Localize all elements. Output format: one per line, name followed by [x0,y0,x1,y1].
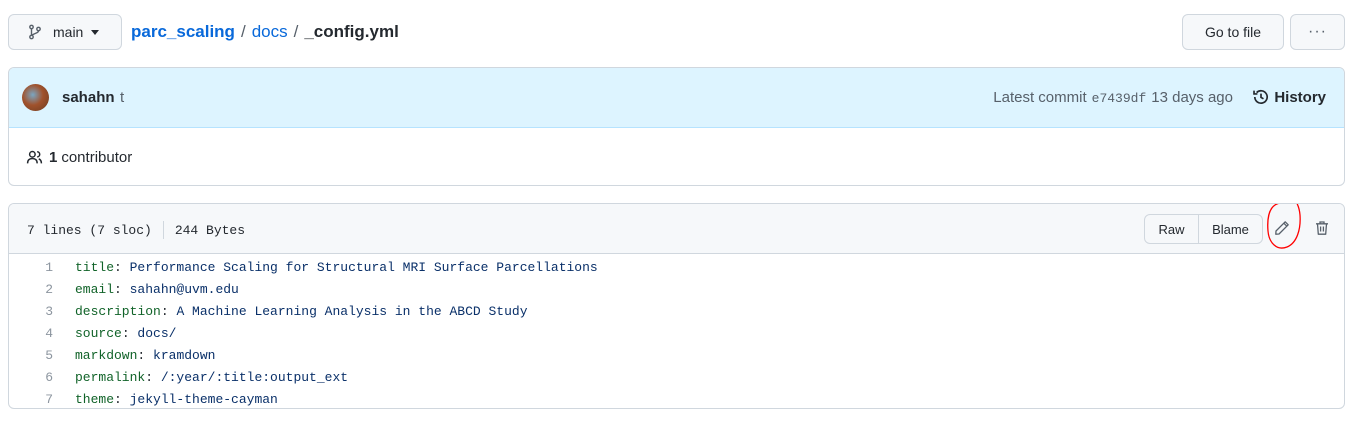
yaml-key: permalink [75,369,146,385]
commit-sha-link[interactable]: e7439df [1092,91,1147,106]
raw-button[interactable]: Raw [1145,215,1199,243]
yaml-colon: : [114,259,122,275]
line-content: description: A Machine Learning Analysis… [75,304,528,319]
latest-commit-label: Latest commit [993,89,1087,106]
line-number[interactable]: 4 [9,326,53,341]
line-number[interactable]: 3 [9,304,53,319]
yaml-colon: : [121,325,130,341]
yaml-colon: : [114,281,122,297]
yaml-colon: : [145,369,154,385]
line-number[interactable]: 7 [9,392,53,407]
contributor-count: 1 [49,148,58,166]
trash-icon [1316,221,1328,235]
avatar[interactable] [22,84,49,111]
yaml-colon: : [114,391,122,407]
yaml-key: source [75,325,122,341]
delete-file-button[interactable] [1311,217,1333,239]
contributors-row[interactable]: 1 contributor [9,128,1344,185]
chevron-down-icon [91,29,100,35]
latest-commit-bar: sahahn t Latest commit e7439df 13 days a… [9,68,1344,128]
file-size: 244 Bytes [174,222,246,238]
divider [162,221,164,239]
breadcrumb-dir-link[interactable]: docs [252,22,288,42]
breadcrumb-separator: / [293,22,299,41]
file-header: 7 lines (7 sloc) 244 Bytes Raw Blame [9,204,1344,254]
history-label: History [1274,88,1326,106]
commit-message-link[interactable]: t [120,89,124,106]
yaml-value: jekyll-theme-cayman [121,391,278,407]
history-link[interactable]: History [1252,88,1326,106]
latest-commit-meta: Latest commit e7439df 13 days ago [993,89,1233,106]
line-content: permalink: /:year/:title:output_ext [75,370,348,385]
more-options-button[interactable]: ··· [1290,14,1345,50]
edit-file-button[interactable] [1271,217,1293,239]
go-to-file-button[interactable]: Go to file [1182,14,1284,50]
line-number[interactable]: 5 [9,348,53,363]
line-content: email: sahahn@uvm.edu [75,282,239,297]
branch-select-button[interactable]: main [8,14,122,50]
kebab-icon: ··· [1308,23,1327,40]
code-line: 7 theme: jekyll-theme-cayman [9,388,1344,408]
yaml-key: description [75,303,161,319]
contributor-label: contributor [61,148,133,166]
branch-name: main [53,24,84,40]
line-number[interactable]: 2 [9,282,53,297]
code-line: 4 source: docs/ [9,322,1344,344]
yaml-value: kramdown [145,347,216,363]
people-icon [26,150,43,163]
line-content: markdown: kramdown [75,348,215,363]
yaml-value: Performance Scaling for Structural MRI S… [121,259,598,275]
blame-button[interactable]: Blame [1199,215,1262,243]
commit-info-box: sahahn t Latest commit e7439df 13 days a… [8,67,1345,186]
yaml-value: /:year/:title:output_ext [153,369,349,385]
file-view-button-group: Raw Blame [1144,214,1263,244]
line-number[interactable]: 6 [9,370,53,385]
code-line: 6 permalink: /:year/:title:output_ext [9,366,1344,388]
file-info: 7 lines (7 sloc) 244 Bytes [27,221,245,239]
git-branch-icon [29,24,41,40]
yaml-value: sahahn@uvm.edu [121,281,239,297]
yaml-key: email [75,281,115,297]
yaml-key: markdown [75,347,138,363]
line-content: source: docs/ [75,326,176,341]
commit-age: 13 days ago [1151,89,1233,106]
line-number[interactable]: 1 [9,260,53,275]
pencil-icon [1275,221,1289,235]
file-navigation: main parc_scaling / docs / _config.yml G… [8,14,1345,50]
breadcrumb: parc_scaling / docs / _config.yml [131,14,399,50]
line-content: title: Performance Scaling for Structura… [75,260,598,275]
line-count: 7 lines (7 sloc) [27,222,152,238]
code-line: 1 title: Performance Scaling for Structu… [9,256,1344,278]
breadcrumb-repo-link[interactable]: parc_scaling [131,22,235,42]
yaml-colon: : [160,303,169,319]
code-listing: 1 title: Performance Scaling for Structu… [9,254,1344,408]
yaml-key: title [75,259,115,275]
code-line: 5 markdown: kramdown [9,344,1344,366]
history-icon [1253,90,1269,104]
yaml-value: A Machine Learning Analysis in the ABCD … [168,303,528,319]
line-content: theme: jekyll-theme-cayman [75,392,278,407]
breadcrumb-file-name: _config.yml [304,22,399,41]
yaml-value: docs/ [129,325,177,341]
breadcrumb-separator: / [240,22,246,41]
code-line: 3 description: A Machine Learning Analys… [9,300,1344,322]
code-line: 2 email: sahahn@uvm.edu [9,278,1344,300]
commit-author-link[interactable]: sahahn [62,89,115,106]
yaml-key: theme [75,391,115,407]
file-viewer: 7 lines (7 sloc) 244 Bytes Raw Blame 1 t… [8,203,1345,409]
